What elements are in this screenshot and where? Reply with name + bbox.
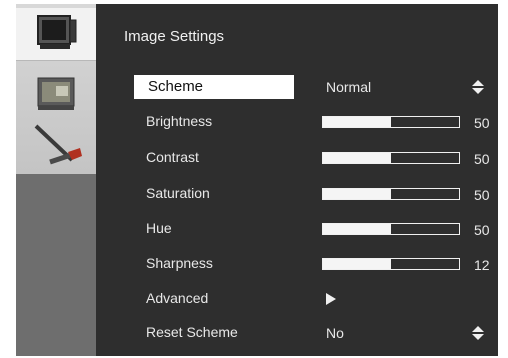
- brightness-slider[interactable]: [322, 116, 460, 128]
- sharpness-slider[interactable]: [322, 258, 460, 270]
- saturation-slider[interactable]: [322, 188, 460, 200]
- contrast-row[interactable]: Contrast 50: [134, 146, 490, 170]
- scheme-value: Normal: [326, 79, 372, 95]
- scheme-row[interactable]: Scheme Normal: [134, 75, 486, 99]
- up-down-arrows-icon[interactable]: [472, 326, 484, 340]
- hue-row[interactable]: Hue 50: [134, 217, 490, 241]
- scheme-label: Scheme: [148, 78, 204, 95]
- advanced-label: Advanced: [146, 290, 209, 306]
- hue-fill: [323, 224, 391, 234]
- sharpness-row[interactable]: Sharpness 12: [134, 252, 490, 276]
- contrast-value: 50: [474, 151, 490, 167]
- contrast-label: Contrast: [146, 149, 199, 165]
- contrast-slider[interactable]: [322, 152, 460, 164]
- brightness-label: Brightness: [146, 113, 213, 129]
- monitor-icon: [37, 15, 77, 49]
- tools-icon: [34, 124, 82, 165]
- page-title: Image Settings: [124, 28, 225, 45]
- up-down-arrows-icon[interactable]: [472, 80, 484, 94]
- saturation-row[interactable]: Saturation 50: [134, 182, 490, 206]
- picture-icon: [37, 77, 75, 110]
- tab-display[interactable]: [16, 8, 96, 61]
- brightness-value: 50: [474, 115, 490, 131]
- sharpness-value: 12: [474, 257, 490, 273]
- saturation-value: 50: [474, 187, 490, 203]
- saturation-fill: [323, 189, 391, 199]
- tab-image[interactable]: [16, 66, 96, 118]
- saturation-label: Saturation: [146, 185, 210, 201]
- sharpness-label: Sharpness: [146, 255, 213, 271]
- reset-scheme-label: Reset Scheme: [146, 324, 238, 340]
- reset-scheme-value: No: [326, 325, 344, 341]
- contrast-fill: [323, 153, 391, 163]
- brightness-fill: [323, 117, 391, 127]
- brightness-row[interactable]: Brightness 50: [134, 110, 490, 134]
- hue-label: Hue: [146, 220, 172, 236]
- advanced-row[interactable]: Advanced: [134, 287, 486, 311]
- hue-value: 50: [474, 222, 490, 238]
- osd-menu: Image Settings Scheme Normal Brightness …: [16, 4, 498, 356]
- tab-tools[interactable]: [16, 118, 96, 170]
- sidebar: [16, 4, 96, 356]
- hue-slider[interactable]: [322, 223, 460, 235]
- chevron-right-icon[interactable]: [326, 293, 336, 305]
- reset-scheme-row[interactable]: Reset Scheme No: [134, 321, 486, 345]
- sharpness-fill: [323, 259, 391, 269]
